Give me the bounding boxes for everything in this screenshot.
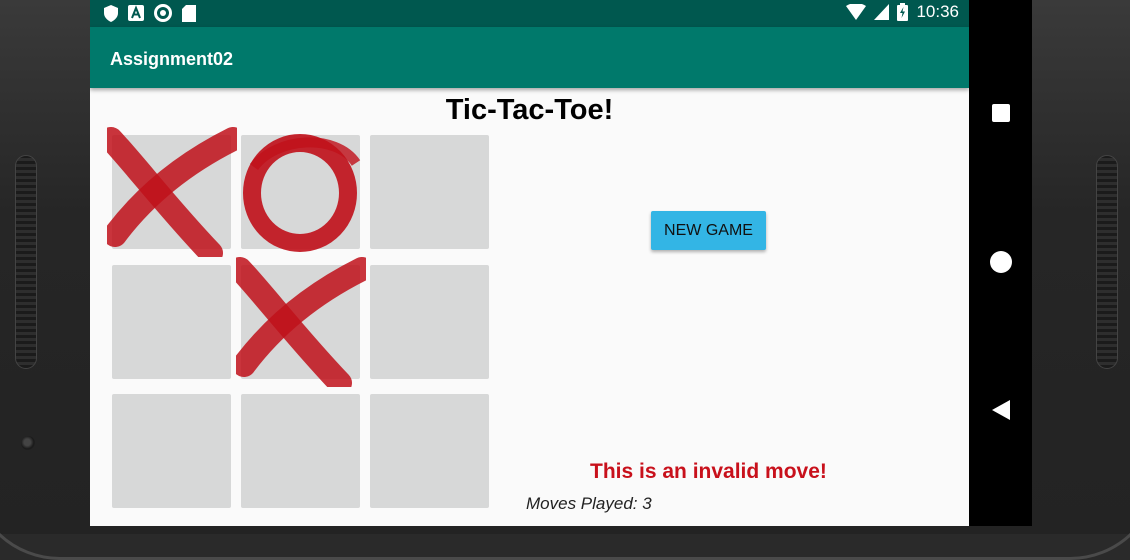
battery-icon (897, 3, 909, 21)
shield-icon (104, 4, 118, 22)
front-camera (21, 436, 35, 450)
game-screen: Tic-Tac-Toe! NEW GAME This is an invalid… (90, 88, 969, 526)
recents-button[interactable] (969, 103, 1032, 123)
moves-played-label: Moves Played: 3 (526, 494, 652, 513)
home-button[interactable] (969, 250, 1032, 274)
device-screen: 10:36 Assignment02 Tic-Tac-Toe! NEW GAME… (90, 0, 1032, 526)
back-triangle-icon (991, 400, 1010, 420)
board-cell-2-2[interactable] (370, 394, 489, 508)
new-game-button[interactable]: NEW GAME (651, 211, 766, 250)
signal-icon (874, 4, 890, 20)
right-speaker-grille (1096, 155, 1118, 369)
status-message: This is an invalid move! (590, 460, 827, 483)
home-circle-icon (989, 251, 1012, 273)
game-title: Tic-Tac-Toe! (445, 94, 614, 126)
board-cell-0-0[interactable] (112, 135, 231, 249)
status-right-area: 10:36 (846, 2, 959, 22)
left-speaker-grille (15, 155, 37, 369)
board-cell-2-0[interactable] (112, 394, 231, 508)
wifi-icon (846, 4, 867, 20)
sd-card-icon (182, 4, 196, 22)
status-bar: 10:36 (90, 0, 969, 27)
status-left-icons (104, 4, 196, 22)
a-icon (128, 5, 144, 21)
app-bar: Assignment02 (90, 27, 969, 88)
board-cell-1-1[interactable] (241, 265, 360, 379)
back-button[interactable] (969, 399, 1032, 421)
board-cell-1-2[interactable] (370, 265, 489, 379)
board-cell-0-1[interactable] (241, 135, 360, 249)
recents-square-icon (991, 104, 1010, 122)
circle-icon (154, 4, 172, 22)
app-title: Assignment02 (110, 49, 234, 69)
board-cell-1-0[interactable] (112, 265, 231, 379)
board-cell-2-1[interactable] (241, 394, 360, 508)
clock: 10:36 (916, 2, 959, 21)
board-cell-0-2[interactable] (370, 135, 489, 249)
navigation-bar (969, 0, 1032, 526)
